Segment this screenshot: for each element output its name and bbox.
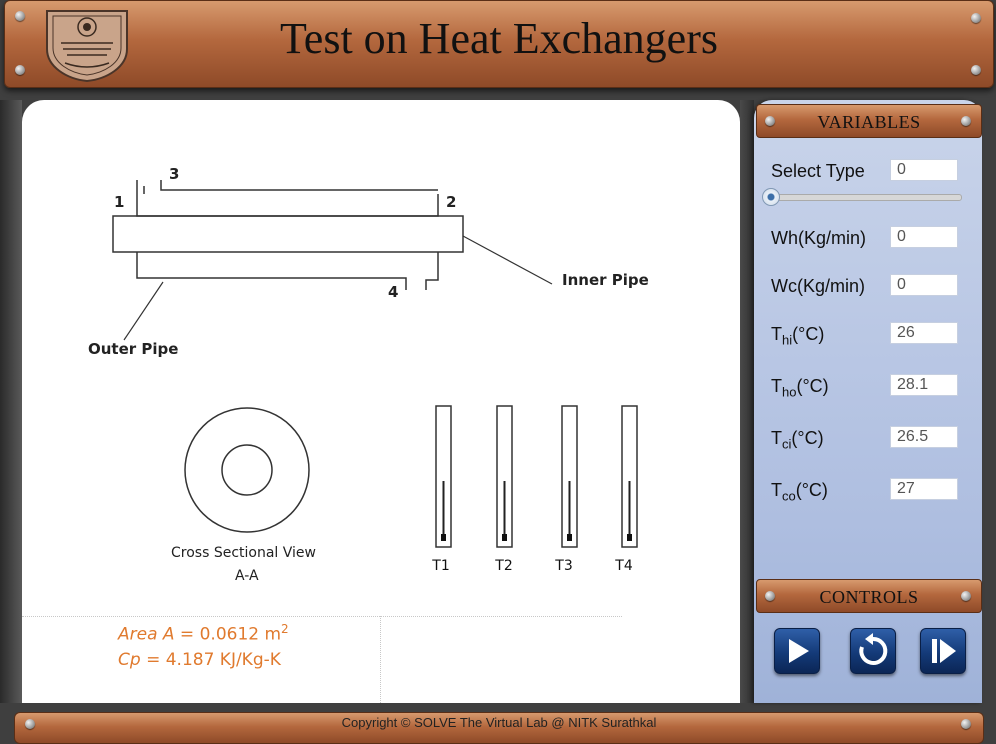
cp-value: 4.187 KJ/Kg-K bbox=[165, 650, 281, 670]
thermometer-t4 bbox=[621, 405, 638, 548]
port-label-4: 4 bbox=[388, 283, 399, 301]
bolt-icon bbox=[961, 116, 971, 126]
area-label: Area A = bbox=[118, 624, 200, 645]
thermometer-label-t1: T1 bbox=[432, 558, 450, 574]
reset-button[interactable] bbox=[850, 628, 896, 674]
variables-heading-text: VARIABLES bbox=[817, 112, 921, 132]
thermometer-label-t2: T2 bbox=[495, 558, 513, 574]
tho-unit: (°C) bbox=[796, 376, 829, 396]
controls-heading-text: CONTROLS bbox=[819, 587, 919, 607]
tho-sub: ho bbox=[782, 384, 797, 400]
tco-label: Tco(°C) bbox=[771, 480, 828, 504]
port-label-3: 3 bbox=[169, 165, 180, 183]
port-label-1: 1 bbox=[114, 193, 125, 211]
divider-line bbox=[22, 616, 622, 617]
wc-label: Wc(Kg/min) bbox=[771, 276, 865, 296]
area-value: 0.0612 m bbox=[199, 624, 282, 645]
tco-sub: co bbox=[782, 488, 796, 504]
bolt-icon bbox=[15, 65, 25, 75]
slider-thumb[interactable] bbox=[762, 188, 780, 206]
step-forward-button[interactable] bbox=[920, 628, 966, 674]
thermometer-label-t3: T3 bbox=[555, 558, 573, 574]
tci-base: T bbox=[771, 428, 782, 448]
tci-input[interactable] bbox=[890, 426, 958, 448]
heat-exchanger-diagram bbox=[112, 180, 638, 548]
variables-panel: VARIABLES Select Type Wh(Kg/min) Wc(Kg/m… bbox=[754, 100, 982, 703]
inner-pipe bbox=[112, 215, 464, 253]
play-icon bbox=[789, 639, 809, 663]
inner-pipe-label: Inner Pipe bbox=[562, 271, 649, 289]
area-exponent: 2 bbox=[281, 622, 289, 636]
cp-readout: Cp = 4.187 KJ/Kg-K bbox=[118, 650, 281, 670]
thermometer-t2 bbox=[496, 405, 513, 548]
thermometer-t1 bbox=[435, 405, 452, 548]
tci-label: Tci(°C) bbox=[771, 428, 824, 452]
header-bar: Test on Heat Exchangers bbox=[4, 0, 994, 88]
tci-sub: ci bbox=[782, 436, 792, 452]
thi-sub: hi bbox=[782, 332, 793, 348]
tco-base: T bbox=[771, 480, 782, 500]
divider-frame bbox=[740, 100, 754, 703]
thi-unit: (°C) bbox=[792, 324, 825, 344]
reset-icon bbox=[859, 633, 888, 665]
thi-base: T bbox=[771, 324, 782, 344]
page-title: Test on Heat Exchangers bbox=[280, 14, 718, 63]
cross-section-inner bbox=[221, 444, 273, 496]
tco-input[interactable] bbox=[890, 478, 958, 500]
wh-input[interactable] bbox=[890, 226, 958, 248]
bolt-icon bbox=[961, 591, 971, 601]
outer-pipe-label: Outer Pipe bbox=[88, 340, 179, 358]
play-button[interactable] bbox=[774, 628, 820, 674]
outer-pipe-top bbox=[136, 180, 439, 217]
thi-input[interactable] bbox=[890, 322, 958, 344]
left-frame bbox=[0, 100, 22, 703]
wc-input[interactable] bbox=[890, 274, 958, 296]
bolt-icon bbox=[765, 116, 775, 126]
variables-heading: VARIABLES bbox=[756, 104, 982, 138]
select-type-slider[interactable] bbox=[764, 194, 962, 201]
tho-label: Tho(°C) bbox=[771, 376, 829, 400]
tho-input[interactable] bbox=[890, 374, 958, 396]
tco-unit: (°C) bbox=[795, 480, 828, 500]
thi-label: Thi(°C) bbox=[771, 324, 824, 348]
select-type-label: Select Type bbox=[771, 161, 865, 181]
thermometer-t3 bbox=[561, 405, 578, 548]
outer-pipe-bottom bbox=[136, 252, 407, 290]
controls-heading: CONTROLS bbox=[756, 579, 982, 613]
copyright-text: Copyright © SOLVE The Virtual Lab @ NITK… bbox=[341, 715, 657, 730]
footer-bar: Copyright © SOLVE The Virtual Lab @ NITK… bbox=[14, 712, 984, 744]
area-readout: Area A = 0.0612 m2 bbox=[118, 622, 289, 645]
step-forward-icon bbox=[932, 639, 956, 663]
thermometer-label-t4: T4 bbox=[615, 558, 633, 574]
cross-section-outer bbox=[184, 407, 310, 533]
bolt-icon bbox=[971, 65, 981, 75]
cross-section-label: Cross Sectional View bbox=[171, 545, 316, 561]
tci-unit: (°C) bbox=[791, 428, 824, 448]
tho-base: T bbox=[771, 376, 782, 396]
divider-line bbox=[380, 616, 381, 703]
bolt-icon bbox=[765, 591, 775, 601]
wh-label: Wh(Kg/min) bbox=[771, 228, 867, 248]
port-label-2: 2 bbox=[446, 193, 457, 211]
experiment-stage: 1 2 3 4 Inner Pipe Outer Pipe Cross Sect… bbox=[22, 100, 740, 703]
cp-label: Cp = bbox=[118, 650, 166, 670]
cross-section-sublabel: A-A bbox=[235, 568, 259, 584]
select-type-input[interactable] bbox=[890, 159, 958, 181]
